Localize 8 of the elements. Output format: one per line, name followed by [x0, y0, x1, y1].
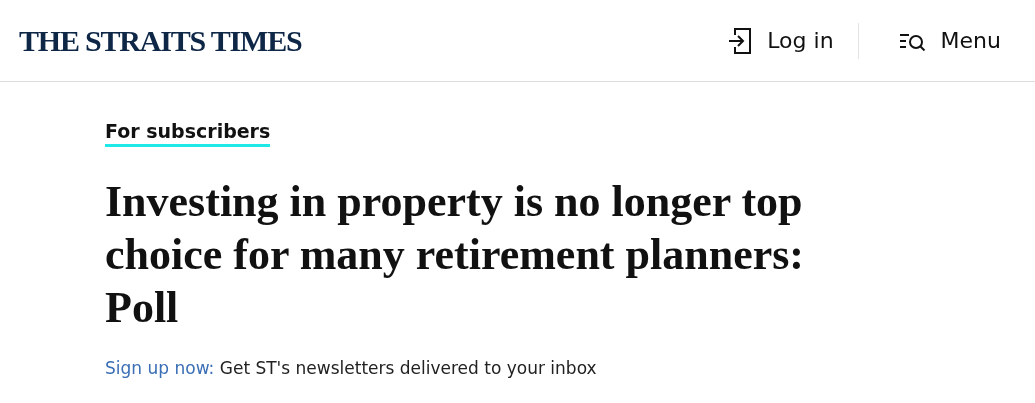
- subscribers-label[interactable]: For subscribers: [105, 120, 271, 147]
- login-icon: [727, 25, 754, 56]
- menu-button[interactable]: Menu: [898, 28, 1001, 53]
- login-button[interactable]: Log in: [727, 25, 834, 56]
- site-logo[interactable]: THE STRAITS TIMES: [19, 23, 302, 58]
- sign-up-link[interactable]: Sign up now:: [105, 358, 215, 378]
- headline: Investing in property is no longer top choice for many retirement planners: Poll: [105, 176, 805, 334]
- newsletter-promo: Sign up now: Get ST's newsletters delivered to your inbox: [105, 358, 598, 378]
